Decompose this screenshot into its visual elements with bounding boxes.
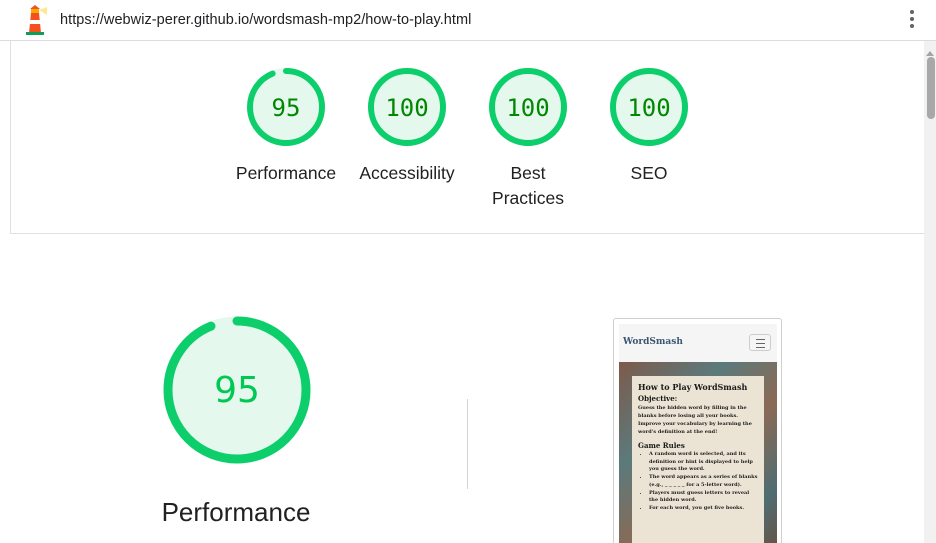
- gauge-label: SEO: [630, 163, 668, 183]
- screenshot-objective-text: Guess the hidden word by filling in the …: [638, 405, 752, 435]
- performance-score: 95: [214, 370, 260, 411]
- vertical-divider: [467, 399, 468, 489]
- address-bar-url[interactable]: https://webwiz-perer.github.io/wordsmash…: [60, 12, 471, 28]
- screenshot-objective-heading: Objective:: [638, 394, 678, 403]
- browser-bar: https://webwiz-perer.github.io/wordsmash…: [0, 0, 936, 41]
- list-item: Players must guess letters to reveal the…: [649, 490, 758, 505]
- final-screenshot[interactable]: WordSmash How to Play WordSmash Objectiv…: [613, 318, 782, 543]
- screenshot-title: How to Play WordSmash: [638, 382, 748, 392]
- kebab-menu-icon[interactable]: [904, 8, 920, 32]
- performance-gauge-large: 95: [163, 316, 311, 464]
- scrollbar[interactable]: [924, 41, 936, 543]
- gauge-score: 95: [272, 94, 301, 122]
- screenshot-brand: WordSmash: [623, 337, 683, 347]
- gauge-score: 100: [506, 94, 549, 122]
- gauge-best-practices[interactable]: 100 Best Practices: [468, 66, 588, 211]
- gauge-score: 100: [385, 94, 428, 122]
- lighthouse-icon: [26, 5, 47, 35]
- performance-title: Performance: [161, 497, 311, 527]
- gauge-score: 100: [627, 94, 670, 122]
- list-item: For each word, you get five books.: [649, 505, 758, 513]
- gauge-seo[interactable]: 100 SEO: [589, 66, 709, 186]
- gauge-ring: 100: [489, 68, 567, 146]
- screenshot-navbar: WordSmash: [619, 324, 777, 362]
- screenshot-page: WordSmash How to Play WordSmash Objectiv…: [619, 324, 777, 543]
- scroll-up-arrow-icon[interactable]: [926, 51, 934, 56]
- hamburger-icon: [749, 334, 771, 351]
- gauge-performance[interactable]: 95 Performance: [226, 66, 346, 186]
- section-divider: [10, 233, 924, 234]
- gauge-label: Accessibility: [359, 163, 455, 183]
- content-edge: [10, 41, 11, 233]
- list-item: A random word is selected, and its defin…: [649, 451, 758, 474]
- gauge-label: Performance: [235, 163, 337, 183]
- list-item: The word appears as a series of blanks (…: [649, 474, 758, 489]
- gauge-accessibility[interactable]: 100 Accessibility: [347, 66, 467, 186]
- gauge-ring: 100: [610, 68, 688, 146]
- gauge-label: Best Practices: [492, 163, 564, 208]
- screenshot-rules-heading: Game Rules: [638, 441, 685, 450]
- gauge-ring: 100: [368, 68, 446, 146]
- scrollbar-thumb[interactable]: [927, 57, 935, 119]
- screenshot-rules-list: A random word is selected, and its defin…: [638, 451, 758, 513]
- screenshot-card: How to Play WordSmash Objective: Guess t…: [632, 376, 764, 543]
- gauge-ring: 95: [247, 68, 325, 146]
